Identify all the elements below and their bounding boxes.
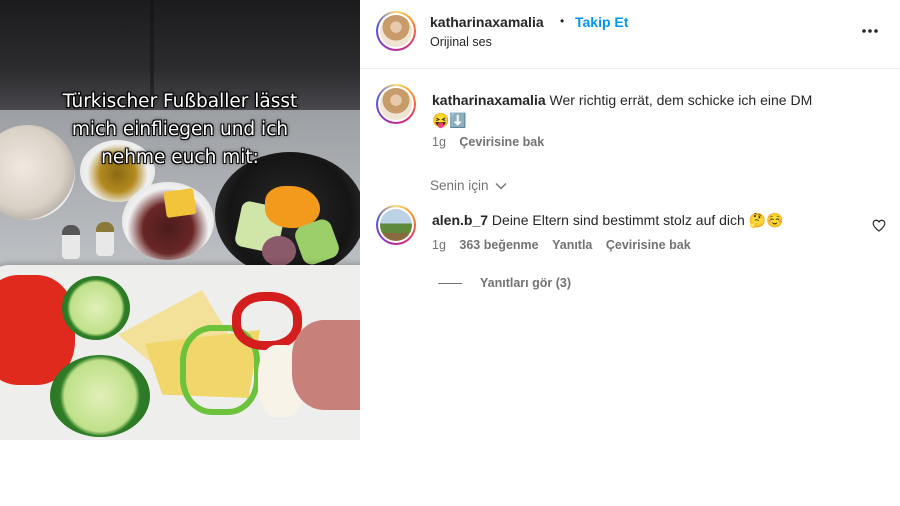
comment-body: alen.b_7 Deine Eltern sind bestimmt stol… <box>432 210 852 230</box>
author-avatar[interactable] <box>376 11 416 51</box>
follow-button[interactable]: Takip Et <box>575 14 628 30</box>
overlay-line: Türkischer Fußballer lässt <box>62 91 298 112</box>
caption-translate-link[interactable]: Çevirisine bak <box>459 135 544 149</box>
comment-emojis: 🤔☺️ <box>748 212 784 228</box>
audio-label[interactable]: Orijinal ses <box>430 35 492 49</box>
ham-slice <box>292 320 360 410</box>
comment-text: Deine Eltern sind bestimmt stolz auf dic… <box>491 212 745 228</box>
commenter-avatar[interactable] <box>376 205 416 245</box>
view-replies-button[interactable]: Yanıtları gör (3) <box>480 276 571 290</box>
author-username[interactable]: katharinaxamalia <box>430 14 544 30</box>
caption-meta: 1g Çevirisine bak <box>432 135 544 149</box>
comment-translate-link[interactable]: Çevirisine bak <box>606 238 691 252</box>
post-side-panel: katharinaxamalia • Takip Et Orijinal ses… <box>360 0 900 440</box>
red-pepper-ring <box>232 292 302 350</box>
commenter-photo <box>380 209 412 241</box>
separator-dot: • <box>560 14 565 28</box>
author-photo <box>380 88 412 120</box>
salt-shaker <box>96 222 114 256</box>
overlay-line: nehme euch mit: <box>101 147 259 168</box>
post-media[interactable]: Türkischer Fußballer lässt mich einflieg… <box>0 0 360 440</box>
cucumber-slice <box>50 355 150 437</box>
caption-username[interactable]: katharinaxamalia <box>432 92 546 108</box>
chevron-down-icon <box>495 183 507 190</box>
author-photo <box>380 15 412 47</box>
for-you-sort[interactable]: Senin için <box>430 178 507 193</box>
comment-meta: 1g 363 beğenme Yanıtla Çevirisine bak <box>432 238 691 252</box>
comment-likes[interactable]: 363 beğenme <box>459 238 538 252</box>
post-header: katharinaxamalia • Takip Et Orijinal ses <box>360 0 900 69</box>
grape <box>262 236 296 266</box>
caption-emojis: 😝⬇️ <box>432 112 467 128</box>
cucumber-slice <box>62 276 130 340</box>
for-you-label: Senin için <box>430 178 489 193</box>
caption-text: Wer richtig errät, dem schicke ich eine … <box>549 92 813 108</box>
seat-seam <box>150 0 154 95</box>
butter <box>163 188 197 218</box>
caption-avatar[interactable] <box>376 84 416 124</box>
heart-icon[interactable] <box>872 219 886 232</box>
reply-button[interactable]: Yanıtla <box>552 238 592 252</box>
replies-divider <box>438 283 462 284</box>
overlay-line: mich einfliegen und ich <box>71 119 289 140</box>
more-horizontal-icon[interactable] <box>861 28 879 34</box>
video-overlay-text: Türkischer Fußballer lässt mich einflieg… <box>0 88 360 172</box>
caption-age: 1g <box>432 135 446 149</box>
pepper-shaker <box>62 225 80 259</box>
caption-body: katharinaxamalia Wer richtig errät, dem … <box>432 90 882 130</box>
comment-username[interactable]: alen.b_7 <box>432 212 488 228</box>
comment-age: 1g <box>432 238 446 252</box>
